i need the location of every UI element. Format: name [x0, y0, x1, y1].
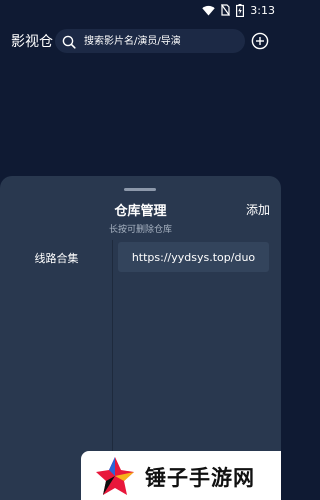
watermark: 锤子手游网: [81, 451, 281, 500]
watermark-text: 锤子手游网: [145, 466, 255, 490]
plus-circle-icon[interactable]: [251, 32, 269, 50]
battery-charging-icon: [236, 3, 245, 17]
add-button[interactable]: 添加: [246, 201, 270, 218]
sheet-title: 仓库管理: [114, 204, 167, 219]
sheet-subtitle: 长按可删除仓库: [108, 225, 172, 235]
search-icon: [62, 34, 76, 49]
search-input[interactable]: [84, 29, 239, 53]
wifi-icon: [202, 5, 215, 16]
repository-url-item[interactable]: https://yydsys.top/duo: [118, 242, 269, 272]
header: 影视仓: [0, 27, 281, 55]
no-sim-icon: [221, 4, 231, 16]
drag-handle[interactable]: [124, 188, 156, 191]
app-title: 影视仓: [11, 34, 53, 50]
status-bar: 3:13: [0, 0, 281, 20]
watermark-logo: [93, 454, 137, 498]
status-time: 3:13: [250, 3, 275, 17]
group-item[interactable]: 线路合集: [0, 250, 113, 266]
search-box[interactable]: [55, 29, 245, 53]
